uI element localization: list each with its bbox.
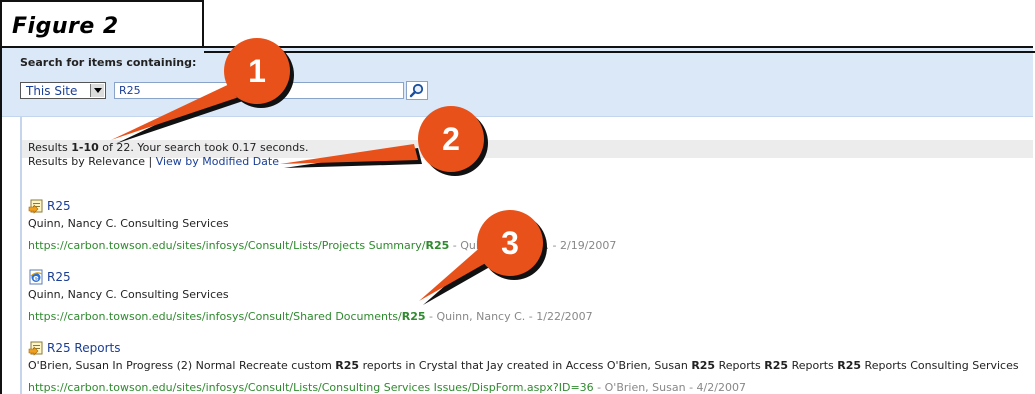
callout-badge-3: 3 <box>477 210 543 276</box>
callout-badge-2: 2 <box>418 106 484 172</box>
callout-pointers <box>111 80 502 305</box>
callout-badge-1: 1 <box>224 38 290 104</box>
